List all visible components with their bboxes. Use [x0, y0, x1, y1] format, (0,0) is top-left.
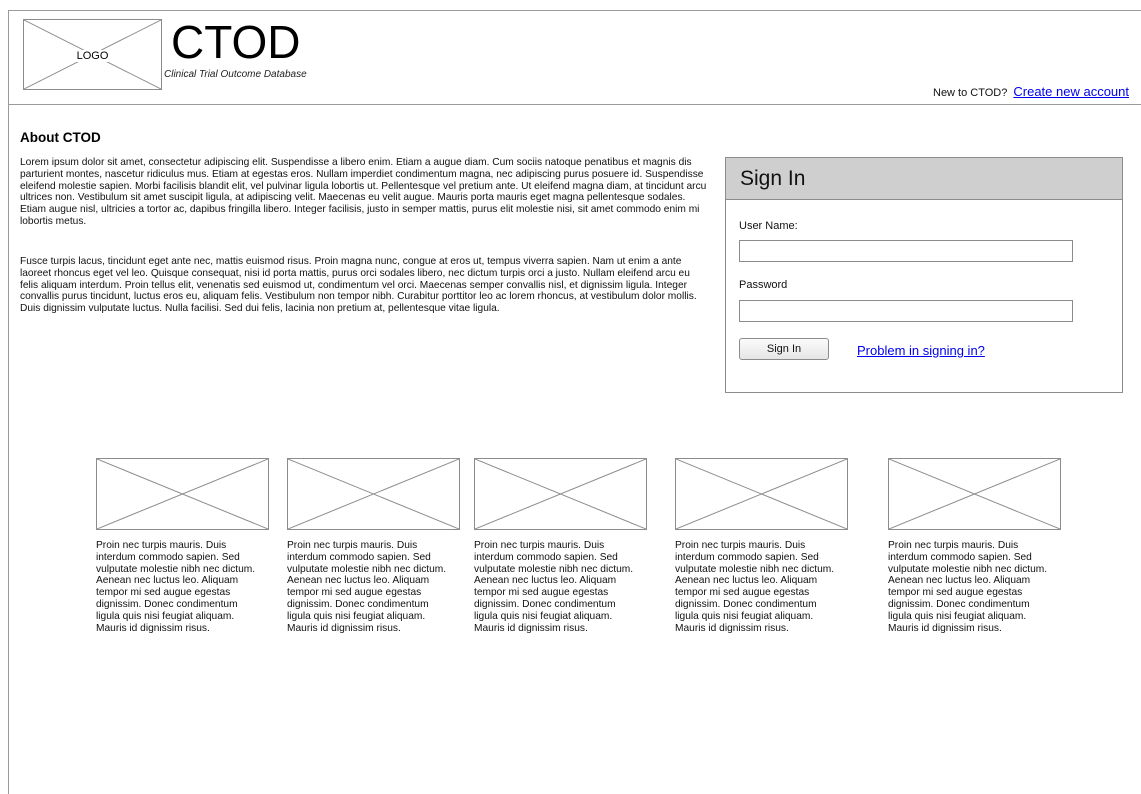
feature-card: Proin nec turpis mauris. Duis interdum c…: [474, 458, 649, 634]
signin-title: Sign In: [726, 158, 1122, 200]
new-account-prompt: New to CTOD?: [933, 87, 1008, 99]
image-placeholder-icon: [676, 459, 847, 529]
image-placeholder: [96, 458, 269, 530]
username-field[interactable]: [739, 240, 1073, 262]
feature-card-text: Proin nec turpis mauris. Duis interdum c…: [474, 540, 634, 634]
password-label: Password: [739, 279, 788, 291]
image-placeholder: [675, 458, 848, 530]
logo-label: LOGO: [74, 50, 111, 62]
new-account-area: New to CTOD? Create new account: [933, 84, 1129, 99]
about-paragraph: Fusce turpis lacus, tincidunt eget ante …: [20, 256, 697, 315]
image-placeholder: [474, 458, 647, 530]
feature-card: Proin nec turpis mauris. Duis interdum c…: [675, 458, 850, 634]
signin-problem-link[interactable]: Problem in signing in?: [857, 343, 985, 358]
signin-panel: Sign In User Name: Password Sign In Prob…: [725, 157, 1123, 393]
logo[interactable]: LOGO: [23, 19, 162, 90]
image-placeholder-icon: [288, 459, 459, 529]
feature-card-text: Proin nec turpis mauris. Duis interdum c…: [287, 540, 447, 634]
image-placeholder-icon: [475, 459, 646, 529]
feature-card: Proin nec turpis mauris. Duis interdum c…: [888, 458, 1063, 634]
image-placeholder: [888, 458, 1061, 530]
image-placeholder: [287, 458, 460, 530]
password-field[interactable]: [739, 300, 1073, 322]
about-paragraph: Lorem ipsum dolor sit amet, consectetur …: [20, 157, 707, 227]
create-account-link[interactable]: Create new account: [1013, 84, 1129, 99]
image-placeholder-icon: [97, 459, 268, 529]
feature-card: Proin nec turpis mauris. Duis interdum c…: [287, 458, 462, 634]
feature-card-text: Proin nec turpis mauris. Duis interdum c…: [675, 540, 835, 634]
username-label: User Name:: [739, 220, 798, 232]
feature-card-text: Proin nec turpis mauris. Duis interdum c…: [96, 540, 256, 634]
feature-card-text: Proin nec turpis mauris. Duis interdum c…: [888, 540, 1048, 634]
site-subtitle: Clinical Trial Outcome Database: [164, 69, 307, 80]
signin-button[interactable]: Sign In: [739, 338, 829, 360]
page-frame-top: [8, 10, 1141, 11]
feature-card: Proin nec turpis mauris. Duis interdum c…: [96, 458, 271, 634]
about-title: About CTOD: [20, 130, 101, 145]
site-title: CTOD: [171, 16, 301, 68]
page-frame-left: [8, 10, 9, 794]
image-placeholder-icon: [889, 459, 1060, 529]
header-divider: [8, 104, 1141, 105]
